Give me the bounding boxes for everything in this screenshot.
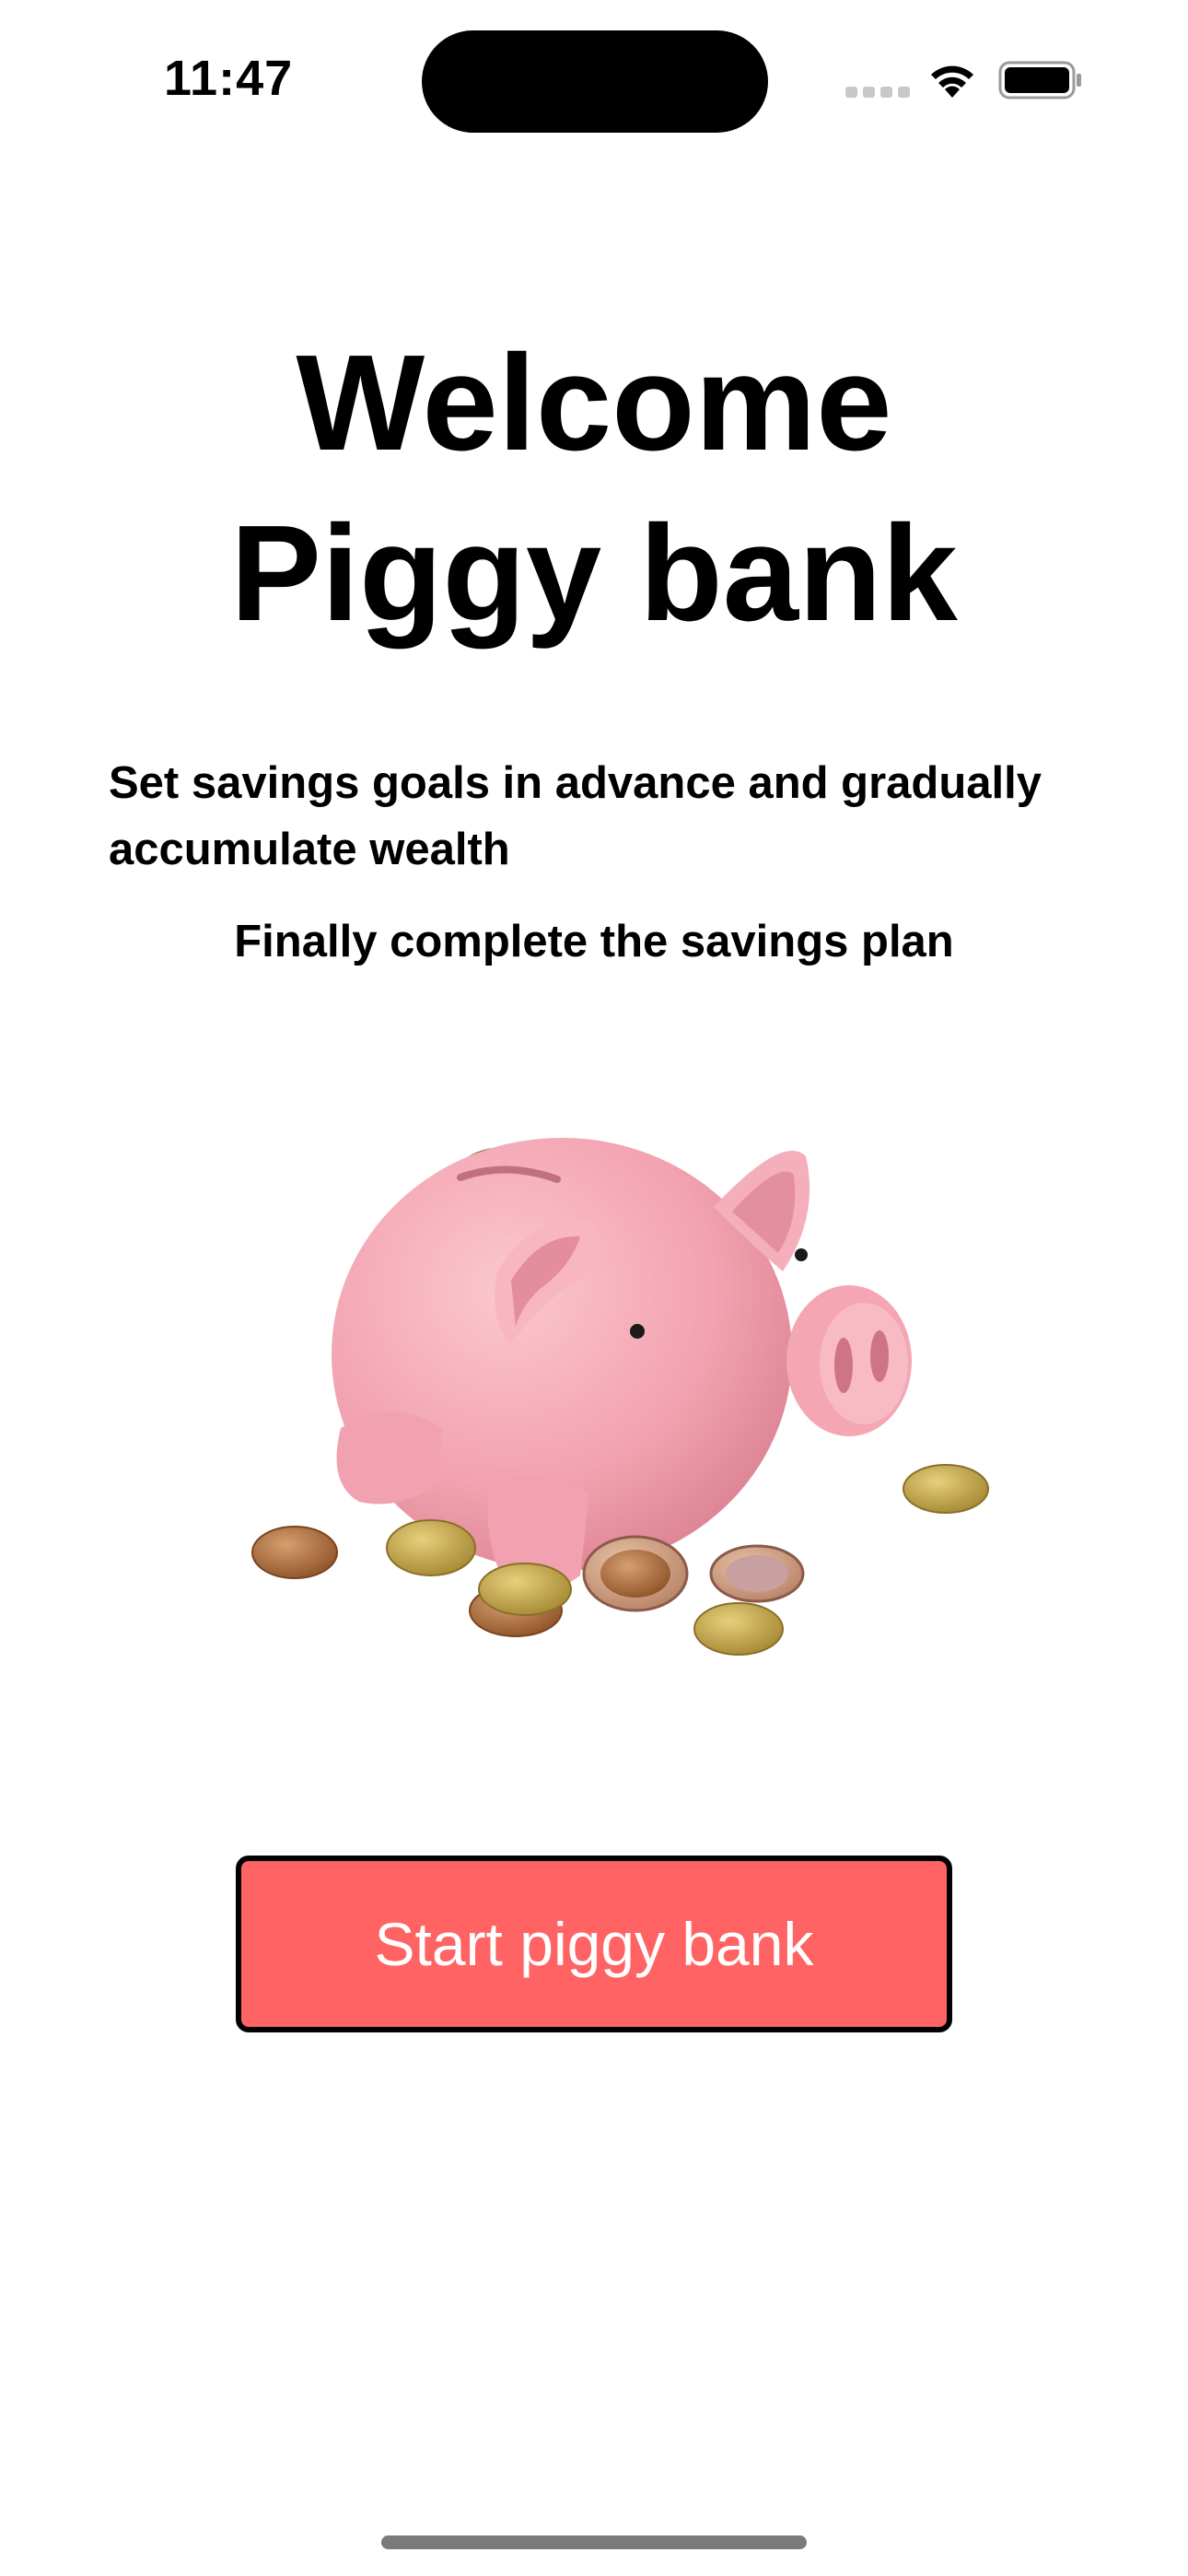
coin xyxy=(903,1464,989,1514)
pig-nostril xyxy=(834,1338,853,1393)
welcome-title: Welcome xyxy=(296,327,892,479)
status-time: 11:47 xyxy=(164,51,294,106)
dynamic-island xyxy=(422,30,768,133)
pig-eye xyxy=(795,1248,808,1261)
home-indicator[interactable] xyxy=(381,2535,807,2549)
welcome-subdescription: Finally complete the savings plan xyxy=(234,917,954,966)
coin xyxy=(478,1563,572,1616)
wifi-icon xyxy=(931,65,973,98)
app-name-title: Piggy bank xyxy=(230,498,958,650)
coin xyxy=(386,1519,476,1576)
welcome-description: Set savings goals in advance and gradual… xyxy=(109,758,1042,874)
pig-nostril xyxy=(870,1330,889,1382)
pig-eye xyxy=(630,1324,645,1339)
piggy-bank-illustration xyxy=(251,1138,989,1656)
start-piggy-bank-button[interactable]: Start piggy bank xyxy=(236,1856,952,2032)
cellular-signal-icon xyxy=(845,87,910,98)
coin xyxy=(693,1602,784,1656)
coin xyxy=(251,1526,338,1579)
battery-icon xyxy=(998,61,1081,100)
